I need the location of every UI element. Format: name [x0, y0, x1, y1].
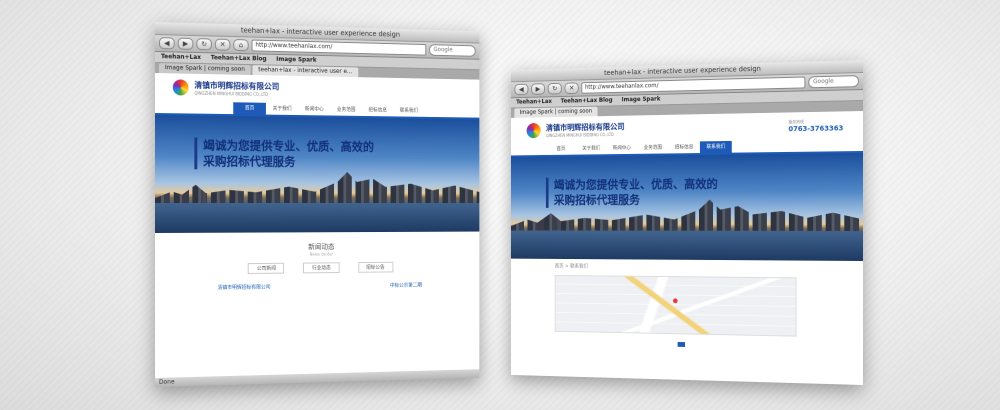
search-field[interactable]: Google — [428, 44, 476, 57]
back-icon[interactable]: ◀ — [514, 83, 529, 96]
home-icon[interactable]: ⌂ — [233, 39, 249, 52]
river-image — [510, 230, 863, 261]
bookmark-item[interactable]: Teehan+Lax Blog — [561, 96, 613, 107]
bookmark-item[interactable]: Teehan+Lax — [161, 52, 201, 63]
nav-bidding[interactable]: 招标信息 — [668, 141, 700, 153]
nav-news[interactable]: 新闻中心 — [298, 103, 330, 115]
tab-image-spark[interactable]: Image Spark | coming soon — [158, 63, 251, 75]
company-subtitle: QINGZHEN MINGHUI BIDDING CO.,LTD — [545, 132, 614, 138]
banner-line-2: 采购招标代理服务 — [553, 193, 641, 207]
nav-business[interactable]: 业务范围 — [637, 142, 668, 154]
nav-business[interactable]: 业务范围 — [330, 104, 362, 116]
bookmark-item[interactable]: Image Spark — [622, 95, 661, 105]
forward-icon[interactable]: ▶ — [530, 83, 546, 95]
browser-window-back: teehan+lax - interactive user experience… — [155, 22, 480, 387]
back-to-top-button[interactable] — [677, 341, 686, 347]
tab-image-spark[interactable]: Image Spark | coming soon — [514, 106, 598, 118]
news-tab-industry[interactable]: 行业动态 — [303, 262, 340, 274]
banner-headline: 竭诚为您提供专业、优质、高效的 采购招标代理服务 — [194, 137, 375, 171]
back-icon[interactable]: ◀ — [158, 37, 175, 50]
city-skyline-image — [155, 171, 479, 205]
nav-home[interactable]: 首页 — [233, 102, 266, 115]
contact-phone: 服务热线 0763-3763363 — [788, 118, 843, 133]
company-subtitle: QINGZHEN MINGHUI BIDDING CO.,LTD — [194, 90, 269, 97]
forward-icon[interactable]: ▶ — [177, 37, 194, 50]
nav-contact[interactable]: 联系我们 — [699, 140, 732, 154]
news-item[interactable]: 清镇市明辉招标有限公司 — [217, 284, 270, 292]
banner-line-2: 采购招标代理服务 — [203, 154, 296, 169]
search-field[interactable]: Google — [808, 75, 860, 89]
status-bar: Done — [155, 369, 480, 387]
banner-headline: 竭诚为您提供专业、优质、高效的 采购招标代理服务 — [545, 176, 718, 208]
news-tabs: 公司新闻 行业动态 招标公告 — [155, 261, 479, 275]
news-tab-notice[interactable]: 招标公告 — [357, 261, 393, 273]
news-section-subtitle: News center — [309, 251, 334, 257]
location-map[interactable] — [554, 274, 797, 337]
nav-about[interactable]: 关于我们 — [576, 143, 606, 155]
browser-window-front: teehan+lax - interactive user experience… — [510, 60, 863, 385]
reload-icon[interactable]: ↻ — [547, 82, 562, 95]
company-logo-icon[interactable] — [526, 122, 541, 139]
stop-icon[interactable]: ✕ — [564, 82, 579, 95]
bookmark-item[interactable]: Image Spark — [276, 55, 316, 66]
phone-number: 0763-3763363 — [788, 124, 844, 134]
hero-banner: 竭诚为您提供专业、优质、高效的 采购招标代理服务 — [510, 153, 863, 261]
company-logo-icon[interactable] — [172, 79, 189, 96]
news-item[interactable]: 中标公示第二期 — [390, 282, 422, 289]
map-pin-icon[interactable] — [673, 298, 678, 304]
bookmark-item[interactable]: Teehan+Lax — [516, 97, 552, 107]
banner-line-1: 竭诚为您提供专业、优质、高效的 — [553, 177, 718, 192]
nav-bidding[interactable]: 招标信息 — [362, 104, 393, 116]
news-tab-company[interactable]: 公司新闻 — [248, 262, 285, 274]
river-image — [155, 203, 480, 233]
nav-news[interactable]: 新闻中心 — [606, 142, 637, 154]
bookmark-item[interactable]: Teehan+Lax Blog — [211, 53, 267, 64]
nav-about[interactable]: 关于我们 — [266, 103, 298, 115]
nav-home[interactable]: 首页 — [546, 143, 576, 155]
reload-icon[interactable]: ↻ — [196, 38, 212, 51]
stop-icon[interactable]: ✕ — [214, 38, 231, 51]
hero-banner: 竭诚为您提供专业、优质、高效的 采购招标代理服务 — [155, 115, 480, 233]
banner-line-1: 竭诚为您提供专业、优质、高效的 — [203, 138, 375, 154]
news-list: 清镇市明辉招标有限公司 中标公示第二期 — [155, 281, 479, 292]
nav-contact[interactable]: 联系我们 — [393, 105, 424, 117]
address-bar[interactable]: http://www.teehanlax.com/ — [251, 39, 427, 56]
